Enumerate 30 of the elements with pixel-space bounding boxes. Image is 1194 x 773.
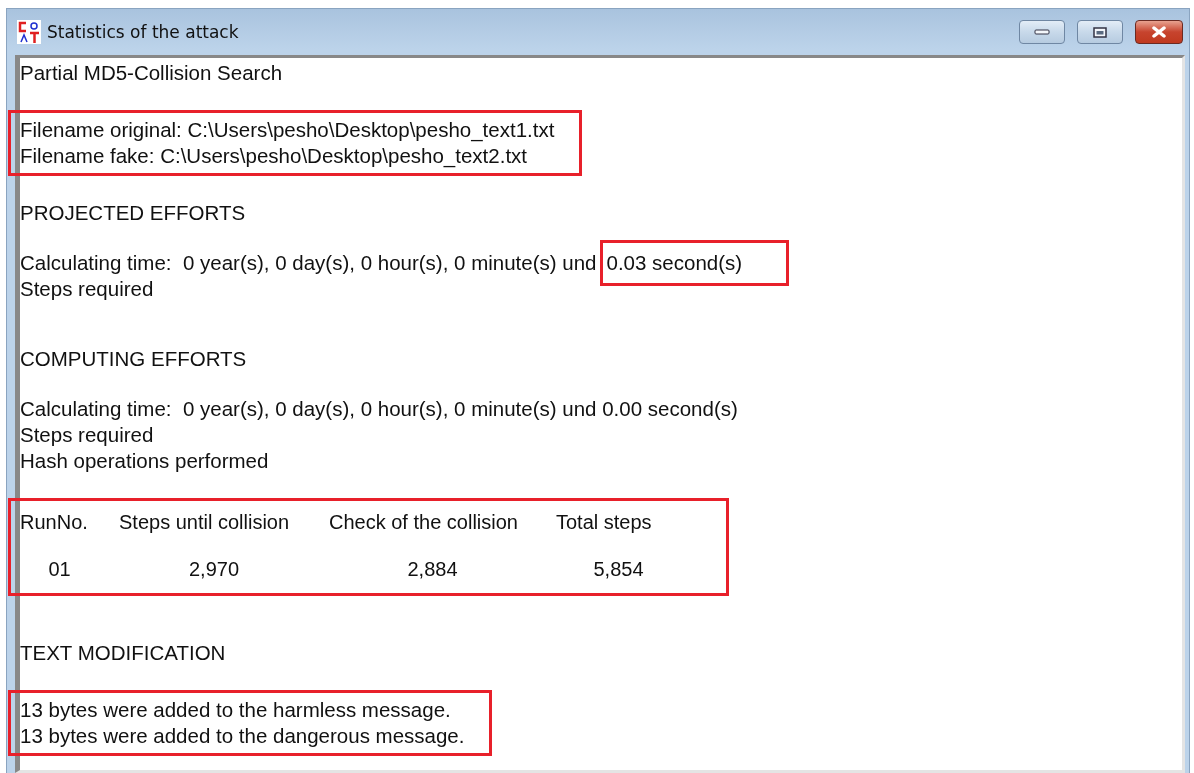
report-line: Partial MD5-Collision Search (20, 61, 283, 85)
column-header: Total steps (556, 511, 652, 534)
app-logo-icon (17, 20, 41, 44)
report-line: PROJECTED EFFORTS (20, 201, 246, 225)
report-line: 13 bytes were added to the dangerous message. (20, 724, 465, 748)
report-line: Filename fake: C:\Users\pesho\Desktop\pesho_text2.txt (20, 144, 528, 168)
close-icon (1151, 26, 1167, 38)
table-cell: 2,884 (407, 558, 458, 581)
report-line: Calculating time: 0 year(s), 0 day(s), 0 hour(s), 0 minute(s) und 0.00 second(s) (20, 397, 738, 421)
column-header: Steps until collision (119, 511, 290, 534)
table-cell: 01 (48, 558, 71, 581)
report-line: TEXT MODIFICATION (20, 641, 226, 665)
column-header: RunNo. (20, 511, 88, 534)
column-header: Check of the collision (329, 511, 518, 534)
highlighted-value: 0.03 second(s) (599, 240, 790, 286)
minimize-icon (1034, 29, 1050, 35)
maximize-icon (1093, 26, 1107, 38)
table-cell: 5,854 (593, 558, 644, 581)
maximize-button[interactable] (1077, 20, 1123, 44)
report-line: Hash operations performed (20, 449, 269, 473)
close-button[interactable] (1135, 20, 1183, 44)
report-line: Filename original: C:\Users\pesho\Desktop\pesho_text1.txt (20, 118, 555, 142)
report-line: 13 bytes were added to the harmless message. (20, 698, 451, 722)
window-title: Statistics of the attack (47, 22, 240, 42)
report-line: COMPUTING EFFORTS (20, 347, 247, 371)
minimize-button[interactable] (1019, 20, 1065, 44)
report-line: Calculating time: 0 year(s), 0 day(s), 0 hour(s), 0 minute(s) und (20, 251, 597, 275)
table-cell: 2,970 (188, 558, 240, 581)
report-line: Steps required (20, 277, 154, 301)
report-line: Steps required (20, 423, 154, 447)
